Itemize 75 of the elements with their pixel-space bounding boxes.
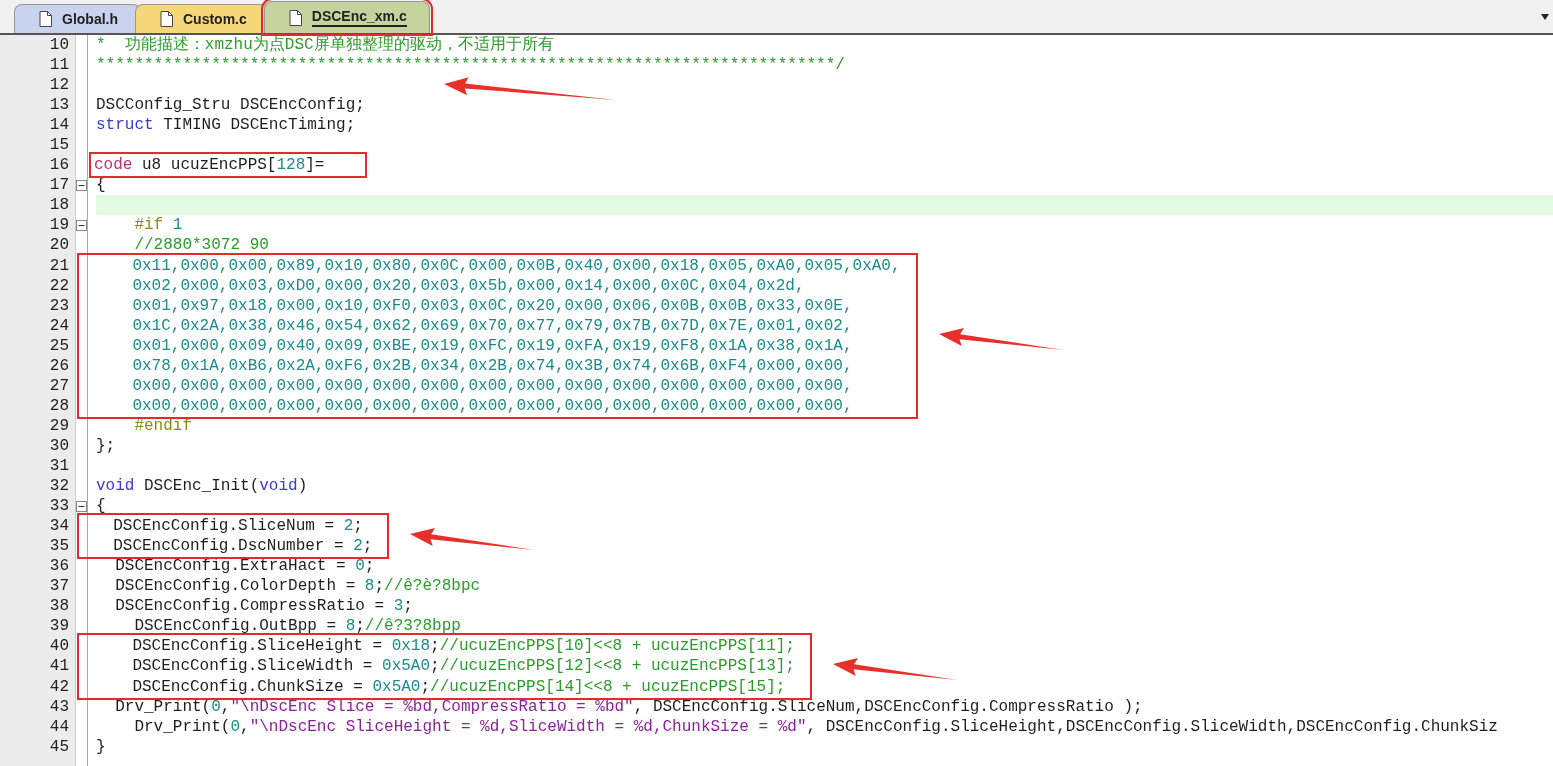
- line-number: 12: [48, 75, 70, 96]
- line-number: 18: [48, 195, 70, 216]
- line-number: 17: [48, 175, 70, 196]
- code-line: #endif: [133, 415, 193, 436]
- line-number: 14: [48, 115, 70, 136]
- line-number: 43: [48, 696, 70, 717]
- collapse-icon[interactable]: [76, 179, 87, 191]
- code-line: {: [96, 496, 107, 517]
- file-icon: [288, 9, 302, 26]
- code-line: DSCConfig_Stru DSCEncConfig;: [96, 95, 366, 116]
- line-number: 10: [48, 35, 70, 56]
- line-number: 24: [48, 315, 70, 336]
- code-line: DSCEncConfig.ExtraHact = 0;: [114, 556, 376, 577]
- line-number: 22: [48, 275, 70, 296]
- code-line: *****************************************************************************/: [96, 55, 846, 76]
- line-number: 44: [48, 716, 70, 737]
- line-number: 11: [48, 55, 70, 76]
- code-line: }: [96, 736, 107, 757]
- line-number: 33: [48, 496, 70, 517]
- code-line: Drv_Print(0,"\nDscEnc SliceHeight = %d,SliceWidth = %d,ChunkSize = %d", DSCEncConfig.SliceHeight,DSCEncConfig.SliceWidth,DSCEncConfig.ChunkSiz: [133, 716, 1499, 737]
- line-number: 40: [48, 636, 70, 657]
- line-number: 45: [48, 736, 70, 757]
- line-number: 42: [48, 676, 70, 697]
- file-icon: [160, 11, 173, 27]
- line-number: 38: [48, 596, 70, 617]
- code-line: DSCEncConfig.DscNumber = 2;: [112, 536, 373, 557]
- line-number: 34: [48, 516, 70, 537]
- code-line: 0x00,0x00,0x00,0x00,0x00,0x00,0x00,0x00,0x00,0x00,0x00,0x00,0x00,0x00,0x00,: [131, 375, 854, 396]
- code-line: DSCEncConfig.ColorDepth = 8;//ê?è?8bpc: [114, 576, 482, 597]
- line-number: 23: [48, 295, 70, 316]
- code-line: 0x78,0x1A,0xB6,0x2A,0xF6,0x2B,0x34,0x2B,0x74,0x3B,0x74,0x6B,0xF4,0x00,0x00,: [131, 355, 854, 376]
- code-line: * 功能描述：xmzhu为点DSC屏单独整理的驱动，不适用于所有: [96, 35, 555, 56]
- code-line: #if 1: [133, 215, 184, 236]
- line-number: 36: [48, 556, 70, 577]
- code-line: 0x11,0x00,0x00,0x89,0x10,0x80,0x0C,0x00,0x0B,0x40,0x00,0x18,0x05,0xA0,0x05,0xA0,: [131, 255, 901, 276]
- line-number: 29: [48, 415, 70, 436]
- code-line: 0x1C,0x2A,0x38,0x46,0x54,0x62,0x69,0x70,0x77,0x79,0x7B,0x7D,0x7E,0x01,0x02,: [131, 315, 854, 336]
- code-line: code u8 ucuzEncPPS[128]=: [94, 155, 325, 176]
- line-number: 39: [48, 616, 70, 637]
- code-line: 0x00,0x00,0x00,0x00,0x00,0x00,0x00,0x00,0x00,0x00,0x00,0x00,0x00,0x00,0x00,: [131, 395, 854, 416]
- code-line: Drv_Print(0,"\nDscEnc Slice = %bd,CompressRatio = %bd", DSCEncConfig.SliceNum,DSCEncConfig.CompressRatio );: [114, 696, 1144, 717]
- line-number: 26: [48, 355, 70, 376]
- line-number: 35: [48, 536, 70, 557]
- code-line: //2880*3072 90: [133, 235, 270, 256]
- code-line: DSCEncConfig.SliceNum = 2;: [112, 516, 364, 537]
- code-line: struct TIMING DSCEncTiming;: [96, 115, 357, 136]
- line-number: 41: [48, 656, 70, 677]
- code-line: 0x01,0x97,0x18,0x00,0x10,0xF0,0x03,0x0C,0x20,0x00,0x06,0x0B,0x0B,0x33,0x0E,: [131, 295, 854, 316]
- line-number: 27: [48, 375, 70, 396]
- dropdown-icon[interactable]: [1541, 14, 1549, 20]
- code-line: DSCEncConfig.SliceWidth = 0x5A0;//ucuzEncPPS[12]<<8 + ucuzEncPPS[13];: [131, 656, 795, 677]
- line-number: 28: [48, 395, 70, 416]
- collapse-icon[interactable]: [76, 219, 87, 231]
- collapse-icon[interactable]: [76, 500, 87, 512]
- code-line: 0x01,0x00,0x09,0x40,0x09,0xBE,0x19,0xFC,0x19,0xFA,0x19,0xF8,0x1A,0x38,0x1A,: [131, 335, 854, 356]
- code-line: DSCEncConfig.ChunkSize = 0x5A0;//ucuzEncPPS[14]<<8 + ucuzEncPPS[15];: [131, 676, 787, 697]
- line-number: 30: [48, 435, 70, 456]
- code-line: DSCEncConfig.OutBpp = 8;//ê?3?8bpp: [133, 616, 462, 637]
- code-line: DSCEncConfig.SliceHeight = 0x18;//ucuzEncPPS[10]<<8 + ucuzEncPPS[11];: [131, 636, 795, 657]
- line-number: 16: [48, 155, 70, 176]
- code-line: };: [96, 435, 117, 456]
- line-number: 21: [48, 255, 70, 276]
- line-number: 19: [48, 215, 70, 236]
- code-line: void DSCEnc_Init(void): [96, 476, 309, 497]
- line-number: 32: [48, 476, 70, 497]
- line-number: 37: [48, 576, 70, 597]
- line-number: 31: [48, 456, 70, 477]
- code-line: DSCEncConfig.CompressRatio = 3;: [114, 596, 414, 617]
- line-number: 25: [48, 335, 70, 356]
- line-number: 13: [48, 95, 70, 116]
- line-number: 20: [48, 235, 70, 256]
- file-tab[interactable]: DSCEnc_xm.c: [263, 1, 430, 33]
- code-line: 0x02,0x00,0x03,0xD0,0x00,0x20,0x03,0x5b,0x00,0x14,0x00,0x0C,0x04,0x2d,: [131, 275, 806, 296]
- file-icon: [39, 11, 52, 27]
- line-number: 15: [48, 135, 70, 156]
